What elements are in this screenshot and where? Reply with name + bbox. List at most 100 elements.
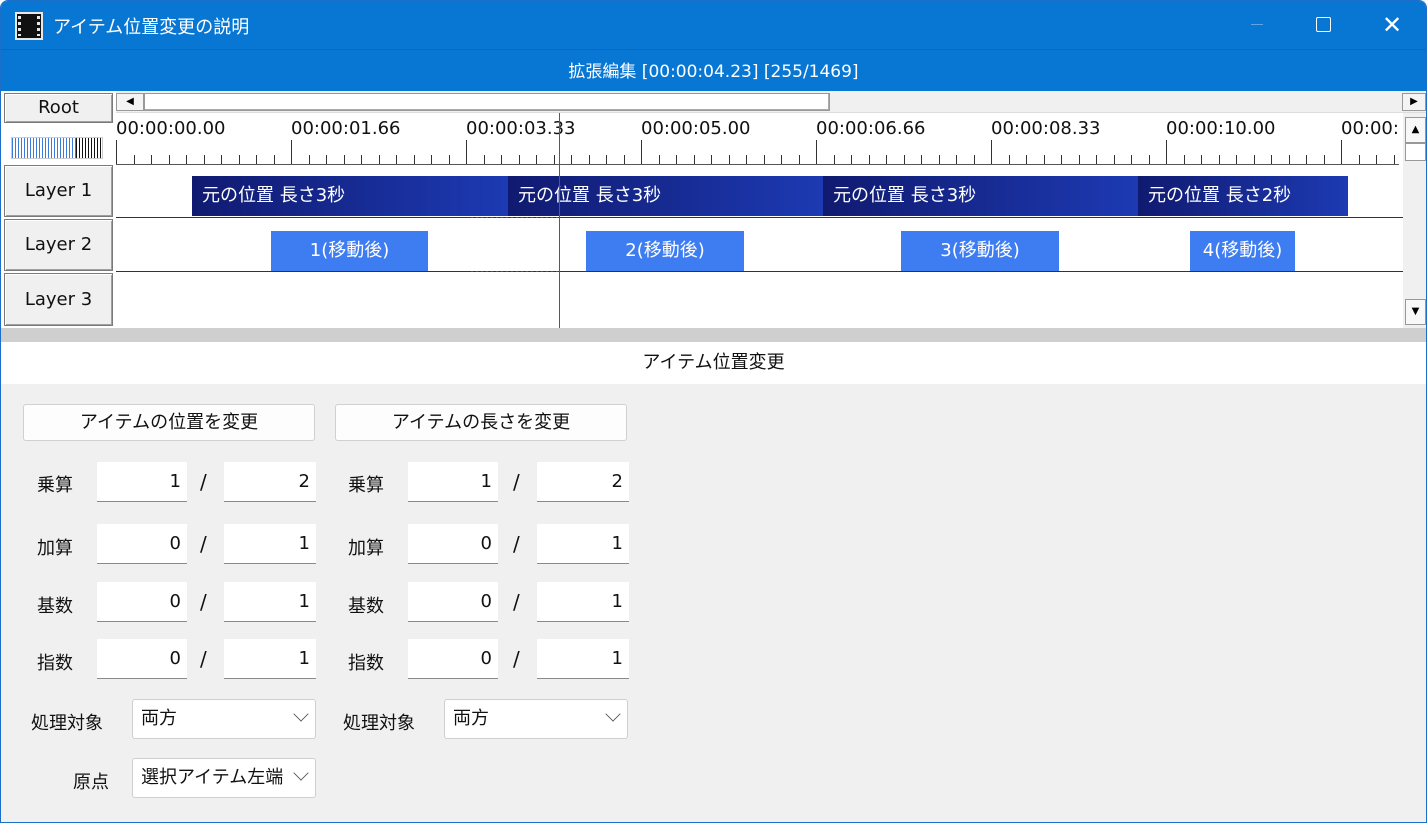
length-add-numerator-input[interactable]: 0 — [408, 524, 498, 564]
clip-original-3[interactable]: 元の位置 長さ3秒 — [823, 176, 1138, 216]
clip-moved-3[interactable]: 3(移動後) — [901, 231, 1059, 271]
fraction-slash: / — [513, 647, 520, 671]
time-label: 00:00:08.33 — [991, 118, 1101, 139]
ruler-tick — [309, 155, 310, 164]
time-label: 00:00:00.00 — [116, 118, 226, 139]
origin-select[interactable]: 選択アイテム左端 — [132, 758, 316, 798]
ruler-tick — [641, 140, 642, 164]
scroll-thumb[interactable] — [144, 93, 830, 111]
target-label: 処理対象 — [31, 713, 103, 734]
clip-moved-2[interactable]: 2(移動後) — [586, 231, 744, 271]
ruler-tick — [414, 155, 415, 164]
clip-original-4[interactable]: 元の位置 長さ2秒 — [1138, 176, 1348, 216]
ruler-tick — [746, 155, 747, 164]
base-numerator-input[interactable]: 0 — [97, 582, 187, 622]
maximize-button[interactable] — [1292, 1, 1354, 49]
ruler-tick — [1114, 155, 1115, 164]
ruler-tick — [1394, 155, 1395, 164]
exponent-label: 指数 — [37, 653, 73, 674]
layer-3-button[interactable]: Layer 3 — [4, 273, 113, 326]
vertical-scrollbar[interactable]: ▲ ▼ — [1403, 113, 1426, 328]
ruler-tick — [1236, 155, 1237, 164]
exponent-denominator-input[interactable]: 1 — [224, 639, 316, 679]
length-exponent-numerator-input[interactable]: 0 — [408, 639, 498, 679]
title-bar: アイテム位置変更の説明 ✕ — [1, 1, 1426, 49]
ruler-tick — [1079, 155, 1080, 164]
ruler-tick — [904, 155, 905, 164]
length-base-numerator-input[interactable]: 0 — [408, 582, 498, 622]
add-denominator-input[interactable]: 1 — [224, 524, 316, 564]
marker-dots — [471, 271, 559, 272]
clip-moved-1[interactable]: 1(移動後) — [271, 231, 428, 271]
playhead[interactable] — [559, 113, 560, 328]
ruler-tick — [431, 155, 432, 164]
length-multiply-numerator-input[interactable]: 1 — [408, 462, 498, 502]
ruler-tick — [466, 140, 467, 164]
ruler-tick — [624, 155, 625, 164]
length-multiply-denominator-input[interactable]: 2 — [537, 462, 629, 502]
app-window: アイテム位置変更の説明 ✕ 拡張編集 [00:00:04.23] [255/14… — [0, 0, 1427, 823]
ruler-tick — [291, 140, 292, 164]
ruler-tick — [239, 155, 240, 164]
clip-moved-4[interactable]: 4(移動後) — [1190, 231, 1295, 271]
close-button[interactable]: ✕ — [1361, 1, 1423, 49]
ruler-tick — [921, 155, 922, 164]
change-position-button[interactable]: アイテムの位置を変更 — [23, 404, 315, 441]
root-button[interactable]: Root — [4, 93, 113, 123]
ruler-tick — [1149, 155, 1150, 164]
ruler-tick — [974, 155, 975, 164]
settings-panel: アイテムの位置を変更 アイテムの長さを変更 乗算 1 / 2 加算 0 / 1 … — [1, 384, 1426, 822]
fraction-slash: / — [200, 647, 207, 671]
ruler-tick — [186, 155, 187, 164]
fraction-slash: / — [200, 470, 207, 494]
ruler-tick — [501, 155, 502, 164]
target-select[interactable]: 両方 — [132, 699, 316, 739]
ruler-tick — [1061, 155, 1062, 164]
scroll-right-icon[interactable]: ▶ — [1402, 93, 1426, 111]
multiply-denominator-input[interactable]: 2 — [224, 462, 316, 502]
timeline: Root Layer 1 Layer 2 Layer 3 ◀ ▶ 00:00:0… — [1, 91, 1426, 342]
ruler-tick — [764, 155, 765, 164]
clip-original-1[interactable]: 元の位置 長さ3秒 — [192, 176, 508, 216]
layer-1-button[interactable]: Layer 1 — [4, 165, 113, 217]
ruler-tick — [729, 155, 730, 164]
length-exponent-denominator-input[interactable]: 1 — [537, 639, 629, 679]
film-icon — [15, 12, 43, 40]
ruler-tick — [1289, 155, 1290, 164]
zoom-slider[interactable] — [11, 137, 103, 159]
time-label: 00:00:05.00 — [641, 118, 751, 139]
base-denominator-input[interactable]: 1 — [224, 582, 316, 622]
ruler-tick — [1254, 155, 1255, 164]
chevron-down-icon — [605, 706, 621, 722]
ruler-tick — [326, 155, 327, 164]
ruler-tick — [361, 155, 362, 164]
scroll-left-icon[interactable]: ◀ — [116, 93, 144, 111]
length-add-denominator-input[interactable]: 1 — [537, 524, 629, 564]
layer-2-button[interactable]: Layer 2 — [4, 219, 113, 271]
ruler-tick — [256, 155, 257, 164]
horizontal-scrollbar[interactable]: ◀ ▶ — [116, 91, 1426, 113]
ruler-tick — [1009, 155, 1010, 164]
scroll-down-icon[interactable]: ▼ — [1405, 299, 1426, 325]
length-target-select[interactable]: 両方 — [444, 699, 628, 739]
vertical-scroll-thumb[interactable] — [1405, 143, 1426, 161]
layer-divider — [116, 271, 1403, 272]
add-numerator-input[interactable]: 0 — [97, 524, 187, 564]
change-length-button[interactable]: アイテムの長さを変更 — [335, 404, 627, 441]
close-icon: ✕ — [1381, 11, 1403, 39]
clip-original-2[interactable]: 元の位置 長さ3秒 — [508, 176, 823, 216]
target-label: 処理対象 — [343, 713, 415, 734]
maximize-icon — [1315, 17, 1331, 32]
length-base-denominator-input[interactable]: 1 — [537, 582, 629, 622]
ruler-tick — [571, 155, 572, 164]
exponent-numerator-input[interactable]: 0 — [97, 639, 187, 679]
multiply-numerator-input[interactable]: 1 — [97, 462, 187, 502]
time-ruler[interactable]: 00:00:00.00 00:00:01.66 00:00:03.33 00:0… — [116, 113, 1399, 165]
ruler-tick — [956, 155, 957, 164]
ruler-tick — [799, 155, 800, 164]
minimize-button[interactable] — [1226, 1, 1288, 49]
ruler-tick — [1026, 155, 1027, 164]
layer-divider — [116, 217, 1403, 218]
scroll-up-icon[interactable]: ▲ — [1405, 117, 1426, 143]
ruler-tick — [816, 140, 817, 164]
